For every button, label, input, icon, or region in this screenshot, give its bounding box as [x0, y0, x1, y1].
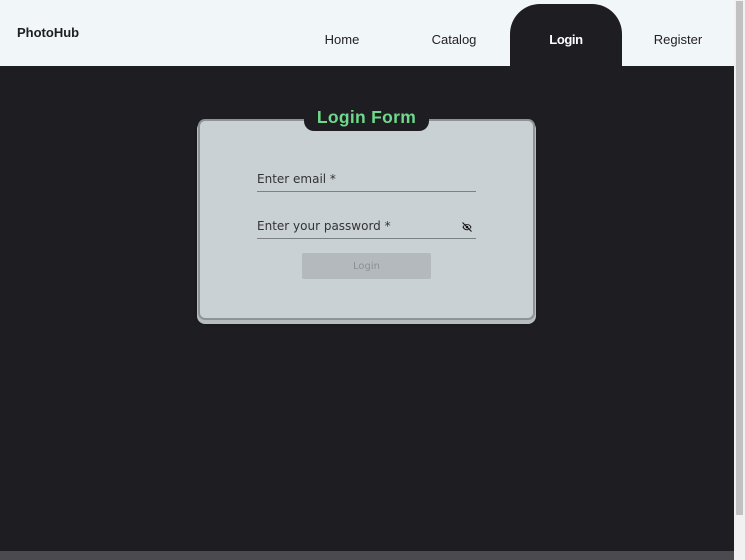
- bottom-edge: [0, 551, 734, 560]
- eye-off-icon[interactable]: [461, 221, 473, 233]
- nav-catalog[interactable]: Catalog: [398, 4, 510, 66]
- login-submit-button[interactable]: Login: [302, 253, 431, 279]
- brand-logo[interactable]: PhotoHub: [17, 25, 79, 40]
- top-navbar: PhotoHub Home Catalog Login Register: [0, 0, 734, 66]
- nav-home[interactable]: Home: [286, 4, 398, 66]
- login-form-title: Login Form: [304, 104, 429, 131]
- nav-login[interactable]: Login: [510, 4, 622, 66]
- password-input[interactable]: [257, 216, 476, 236]
- nav-register[interactable]: Register: [622, 4, 734, 66]
- scrollbar-thumb[interactable]: [736, 1, 743, 515]
- page: PhotoHub Home Catalog Login Register Log…: [0, 0, 745, 560]
- email-input[interactable]: [257, 169, 476, 189]
- password-field-wrapper: [257, 216, 476, 239]
- email-field-wrapper: [257, 169, 476, 192]
